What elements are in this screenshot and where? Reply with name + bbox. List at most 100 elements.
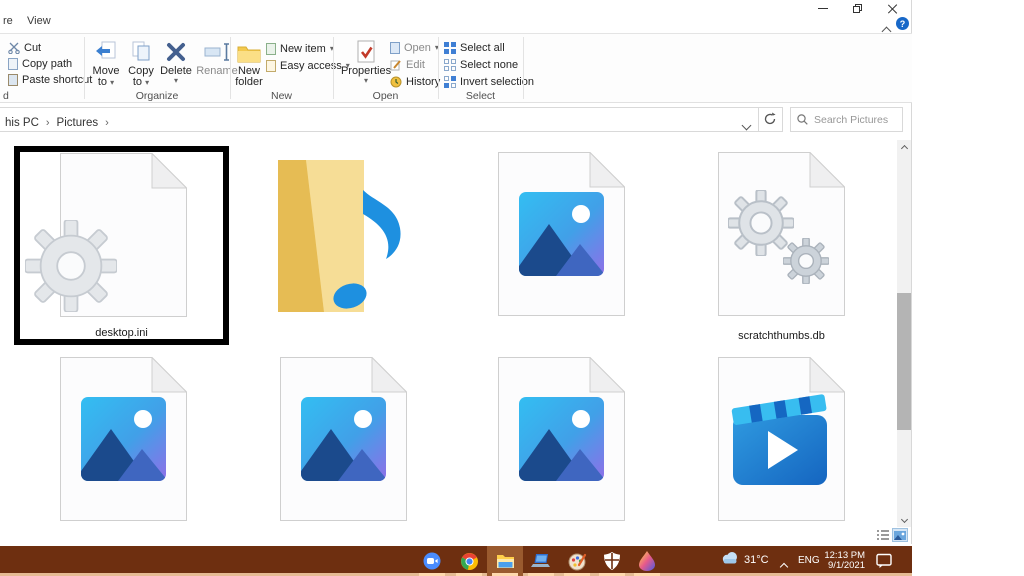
color-drop-icon [639,551,655,571]
paint-palette-icon [568,552,587,571]
delete-icon [165,37,187,63]
zoom-app-icon [423,552,441,570]
taskbar-icon-windows-security[interactable] [594,546,630,576]
video-file-icon [718,357,845,521]
address-divider [758,108,759,131]
select-all-icon [444,42,456,54]
image-file-icon [60,357,187,521]
chevron-down-icon [742,121,752,131]
select-all-button[interactable]: Select all [444,40,505,56]
new-item-icon [266,43,276,55]
dropdown-caret: ▾ [110,78,114,87]
chevron-up-icon [780,563,788,571]
new-item-button[interactable]: New item ▾ [266,41,334,57]
notification-icon [876,553,892,569]
vertical-scrollbar[interactable] [897,140,911,527]
scroll-up-button[interactable] [897,140,911,156]
ribbon: Cut Copy path Paste shortcut d Move to ▾ [0,33,912,103]
help-icon: ? [900,19,906,29]
move-to-icon [94,37,118,63]
cut-button[interactable]: Cut [8,40,41,56]
chrome-icon [461,553,478,570]
select-group-label: Select [438,90,523,102]
address-bar[interactable]: his PC › Pictures › [0,107,783,132]
breadcrumb-separator: › [105,117,109,129]
open-button[interactable]: Open ▾ [390,40,439,56]
invert-selection-button[interactable]: Invert selection [444,74,534,90]
open-label: Open [404,42,431,54]
file-label: desktop.ini [14,327,229,339]
help-button[interactable]: ? [896,17,909,30]
close-icon [888,4,897,13]
copy-to-icon [129,37,153,63]
edit-label: Edit [406,59,425,71]
restore-icon [853,4,862,13]
copy-path-label: Copy path [22,58,72,70]
taskbar-icon-remote-desktop[interactable] [523,546,559,576]
action-center-button[interactable] [876,553,892,574]
taskbar-icon-paint-app[interactable] [559,546,595,576]
breadcrumb-this-pc[interactable]: his PC [5,117,39,129]
tab-share-partial[interactable]: re [3,15,13,27]
refresh-button[interactable] [763,112,777,131]
new-folder-icon [237,37,261,63]
tray-expand-button[interactable] [781,557,787,575]
details-view-icon [877,530,889,540]
thumbnail-view-button[interactable] [892,528,908,542]
scrollbar-thumb[interactable] [897,293,911,430]
history-label: History [406,76,440,88]
select-none-button[interactable]: Select none [444,57,518,73]
file-explorer-icon [496,554,515,569]
taskbar-icon-color-drop-app[interactable] [629,546,665,576]
details-view-button[interactable] [876,529,890,541]
edit-button[interactable]: Edit [390,57,425,73]
new-item-label: New item [280,43,326,55]
search-box[interactable] [790,107,903,132]
weather-tray-item[interactable] [721,551,738,569]
restore-button[interactable] [840,0,875,17]
taskbar-icon-zoom-app[interactable] [414,546,450,576]
tab-view[interactable]: View [27,15,51,27]
breadcrumb-pictures[interactable]: Pictures [57,117,99,129]
paste-shortcut-label: Paste shortcut [22,74,92,86]
chevron-down-icon [900,515,907,522]
invert-selection-icon [444,76,456,88]
close-button[interactable] [875,0,910,17]
search-icon [797,114,808,125]
paste-shortcut-icon [8,74,18,86]
taskbar: 31°C ENG 12:13 PM 9/1/2021 [0,546,912,576]
easy-access-icon [266,60,276,72]
explorer-window: re View ? Cut Copy path Paste shortcut d [0,0,912,544]
history-clock-icon [390,76,402,88]
laptop-icon [531,553,551,569]
open-icon [390,42,400,54]
rename-icon [204,37,230,63]
chevron-up-icon [900,144,907,151]
image-file-icon [498,357,625,521]
new-group-label: New [230,90,333,102]
taskbar-icon-chrome[interactable] [451,546,487,576]
copy-to-label2: to [133,76,142,88]
language-indicator[interactable]: ENG [798,555,820,566]
breadcrumb-separator: › [46,117,50,129]
clipboard-group-label: d [0,90,18,102]
cut-label: Cut [24,42,41,54]
paste-shortcut-button[interactable]: Paste shortcut [8,72,92,88]
address-dropdown-button[interactable] [743,116,750,134]
screen: re View ? Cut Copy path Paste shortcut d [0,0,1024,576]
copy-path-button[interactable]: Copy path [8,56,72,72]
minimize-button[interactable] [805,0,840,17]
minimize-icon [818,8,828,9]
open-group-label: Open [333,90,438,102]
temperature-label[interactable]: 31°C [744,554,769,566]
search-input[interactable] [814,114,894,126]
taskbar-icon-file-explorer[interactable] [487,546,523,576]
select-all-label: Select all [460,42,505,54]
easy-access-button[interactable]: Easy access ▾ [266,58,350,74]
dropdown-caret: ▾ [174,77,178,85]
scroll-down-button[interactable] [897,511,911,527]
dropdown-caret: ▾ [145,78,149,87]
clock[interactable]: 12:13 PM 9/1/2021 [823,551,865,571]
history-button[interactable]: History [390,74,440,90]
shield-icon [604,552,620,570]
